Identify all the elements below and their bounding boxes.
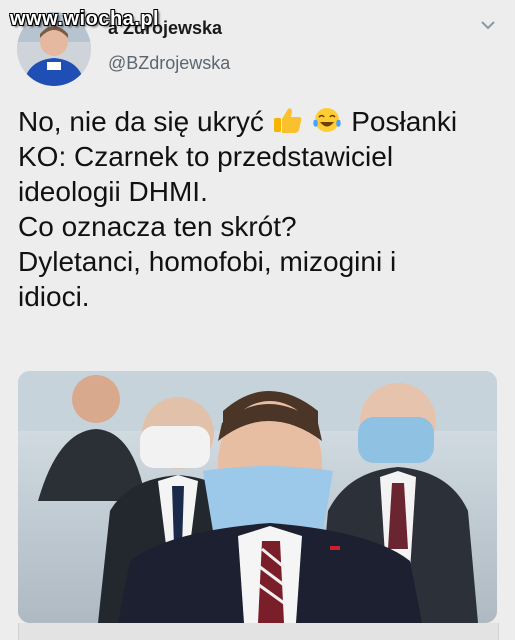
- tweet-line: ideologii DHMI.: [18, 176, 208, 207]
- user-handle[interactable]: @BZdrojewska: [108, 53, 230, 74]
- thumbs-up-icon: [273, 108, 301, 133]
- photo-bottom-strip: [18, 623, 499, 640]
- tweet-line: KO: Czarnek to przedstawiciel: [18, 141, 394, 172]
- photo-illustration: [18, 371, 497, 623]
- tears-of-joy-icon: [313, 108, 342, 132]
- chevron-down-icon[interactable]: [479, 18, 497, 32]
- tweet-line: Dyletanci, homofobi, mizogini i: [18, 246, 397, 277]
- tweet-photo[interactable]: [18, 371, 497, 623]
- tweet-line-text: No, nie da się ukryć: [18, 106, 264, 137]
- watermark: www.wiocha.pl: [10, 8, 160, 30]
- tweet-line: idioci.: [18, 281, 90, 312]
- tweet-text: No, nie da się ukryć Posłanki KO: Czarne…: [18, 104, 503, 314]
- tweet-line-text: Posłanki: [351, 106, 458, 137]
- tweet-line: No, nie da się ukryć Posłanki: [18, 104, 503, 139]
- tweet-line: Co oznacza ten skrót?: [18, 211, 297, 242]
